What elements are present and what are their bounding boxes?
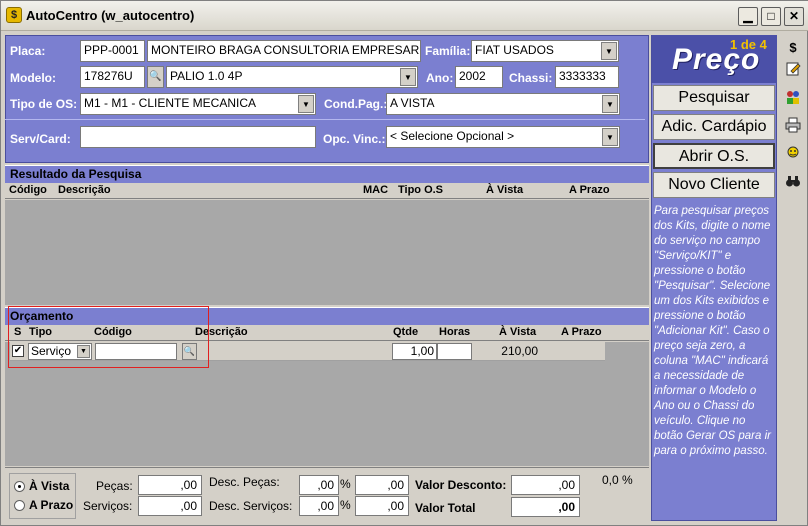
cond-pag-value: A VISTA [390, 96, 435, 110]
ano-label: Ano: [426, 71, 454, 85]
col-tipo-os: Tipo O.S [398, 184, 444, 196]
col-codigo: Código [9, 184, 47, 196]
chevron-down-icon: ▼ [602, 95, 618, 113]
form-divider [5, 119, 645, 120]
app-icon: $ [6, 7, 22, 23]
desc-servicos-field[interactable]: ,00 [355, 496, 409, 516]
familia-value: FIAT USADOS [475, 43, 554, 57]
chassi-label: Chassi: [509, 71, 553, 85]
binoculars-icon[interactable] [782, 173, 804, 195]
pecas-field[interactable]: ,00 [138, 475, 202, 495]
search-user-icon[interactable] [782, 145, 804, 167]
chevron-down-icon: ▼ [298, 95, 314, 113]
pct-symbol: % [340, 498, 351, 512]
title-bar: $ AutoCentro (w_autocentro) ▁ □ ✕ [1, 1, 808, 31]
pct-symbol: % [340, 477, 351, 491]
resultado-grid[interactable] [5, 200, 649, 305]
minimize-button[interactable]: ▁ [738, 7, 758, 26]
horas-input[interactable] [437, 343, 472, 360]
modelo-select[interactable]: PALIO 1.0 4P ▼ [166, 66, 418, 88]
adic-cardapio-button[interactable]: Adic. Cardápio [653, 114, 775, 140]
lookup-icon[interactable]: 🔍 [147, 66, 164, 88]
familia-select[interactable]: FIAT USADOS ▼ [471, 40, 619, 62]
app-window: $ AutoCentro (w_autocentro) ▁ □ ✕ Placa:… [0, 0, 808, 526]
price-logo: Preço 1 de 4 [652, 35, 777, 83]
ano-input[interactable]: 2002 [455, 66, 503, 88]
col-a-prazo: A Prazo [569, 184, 610, 196]
modelo-label: Modelo: [10, 71, 56, 85]
familia-label: Família: [425, 44, 471, 58]
resultado-columns: Código Descrição MAC Tipo O.S À Vista A … [5, 183, 649, 199]
cond-pag-label: Cond.Pag.: [324, 97, 388, 111]
col-a-vista: À Vista [499, 326, 537, 338]
novo-cliente-button[interactable]: Novo Cliente [653, 172, 775, 198]
desc-servicos-label: Desc. Serviços: [209, 499, 293, 513]
desc-servicos-pct-field[interactable]: ,00 [299, 496, 339, 516]
a-prazo-label: A Prazo [29, 498, 74, 512]
qtde-input[interactable]: 1,00 [392, 343, 437, 360]
desc-pecas-field[interactable]: ,00 [355, 475, 409, 495]
dollar-icon[interactable]: $ [782, 37, 804, 59]
opc-vinc-value: < Selecione Opcional > [390, 129, 515, 143]
pecas-label: Peças: [96, 479, 133, 493]
servicos-field[interactable]: ,00 [138, 496, 202, 516]
tipo-os-label: Tipo de OS: [10, 97, 78, 111]
col-mac: MAC [363, 184, 389, 196]
valor-desconto-field[interactable]: ,00 [511, 475, 580, 495]
valor-total-label: Valor Total [415, 501, 476, 515]
page-indicator: 1 de 4 [730, 37, 767, 52]
valor-desconto-label: Valor Desconto: [415, 478, 507, 492]
desconto-pct-value: 0,0 % [602, 473, 633, 487]
maximize-button[interactable]: □ [761, 7, 781, 26]
desc-pecas-label: Desc. Peças: [209, 475, 280, 489]
valor-total-field[interactable]: ,00 [511, 497, 580, 517]
close-button[interactable]: ✕ [784, 7, 804, 26]
cond-pag-select[interactable]: A VISTA ▼ [386, 93, 620, 115]
placa-label: Placa: [10, 44, 46, 58]
print-icon[interactable] [782, 117, 804, 139]
col-descricao: Descrição [58, 184, 111, 196]
a-vista-label: À Vista [29, 479, 70, 493]
servicos-label: Serviços: [83, 499, 133, 513]
opc-vinc-label: Opc. Vinc.: [323, 132, 386, 146]
chevron-down-icon: ▼ [601, 42, 617, 60]
serv-card-label: Serv/Card: [10, 132, 71, 146]
cliente-input[interactable]: MONTEIRO BRAGA CONSULTORIA EMPRESAR [147, 40, 421, 62]
col-horas: Horas [439, 326, 471, 338]
desc-pecas-pct-field[interactable]: ,00 [299, 475, 339, 495]
tipo-os-select[interactable]: M1 - M1 - CLIENTE MECANICA ▼ [80, 93, 316, 115]
a-vista-value: 210,00 [501, 344, 538, 358]
placa-input[interactable]: PPP-0001 [80, 40, 145, 62]
pesquisar-button[interactable]: Pesquisar [653, 85, 775, 111]
edit-icon[interactable] [782, 61, 804, 83]
modelo-code-input[interactable]: 178276U [80, 66, 145, 88]
side-toolbar: $ [780, 35, 806, 521]
resultado-header: Resultado da Pesquisa [5, 165, 649, 183]
help-text: Para pesquisar preços dos Kits, digite o… [654, 205, 771, 457]
chevron-down-icon: ▼ [602, 128, 618, 146]
a-vista-radio[interactable] [14, 481, 25, 492]
col-a-vista: À Vista [486, 184, 524, 196]
highlight-box [8, 306, 209, 368]
opc-vinc-select[interactable]: < Selecione Opcional > ▼ [386, 126, 620, 148]
chevron-down-icon: ▼ [400, 68, 416, 86]
abrir-os-button[interactable]: Abrir O.S. [653, 143, 775, 169]
col-a-prazo: A Prazo [561, 326, 602, 338]
tipo-os-value: M1 - M1 - CLIENTE MECANICA [84, 96, 257, 110]
users-icon[interactable] [782, 89, 804, 111]
a-prazo-radio[interactable] [14, 500, 25, 511]
modelo-value: PALIO 1.0 4P [170, 69, 243, 83]
col-qtde: Qtde [393, 326, 419, 338]
window-title: AutoCentro (w_autocentro) [26, 8, 195, 23]
chassi-input[interactable]: 3333333 [555, 66, 619, 88]
serv-card-input[interactable] [80, 126, 316, 148]
